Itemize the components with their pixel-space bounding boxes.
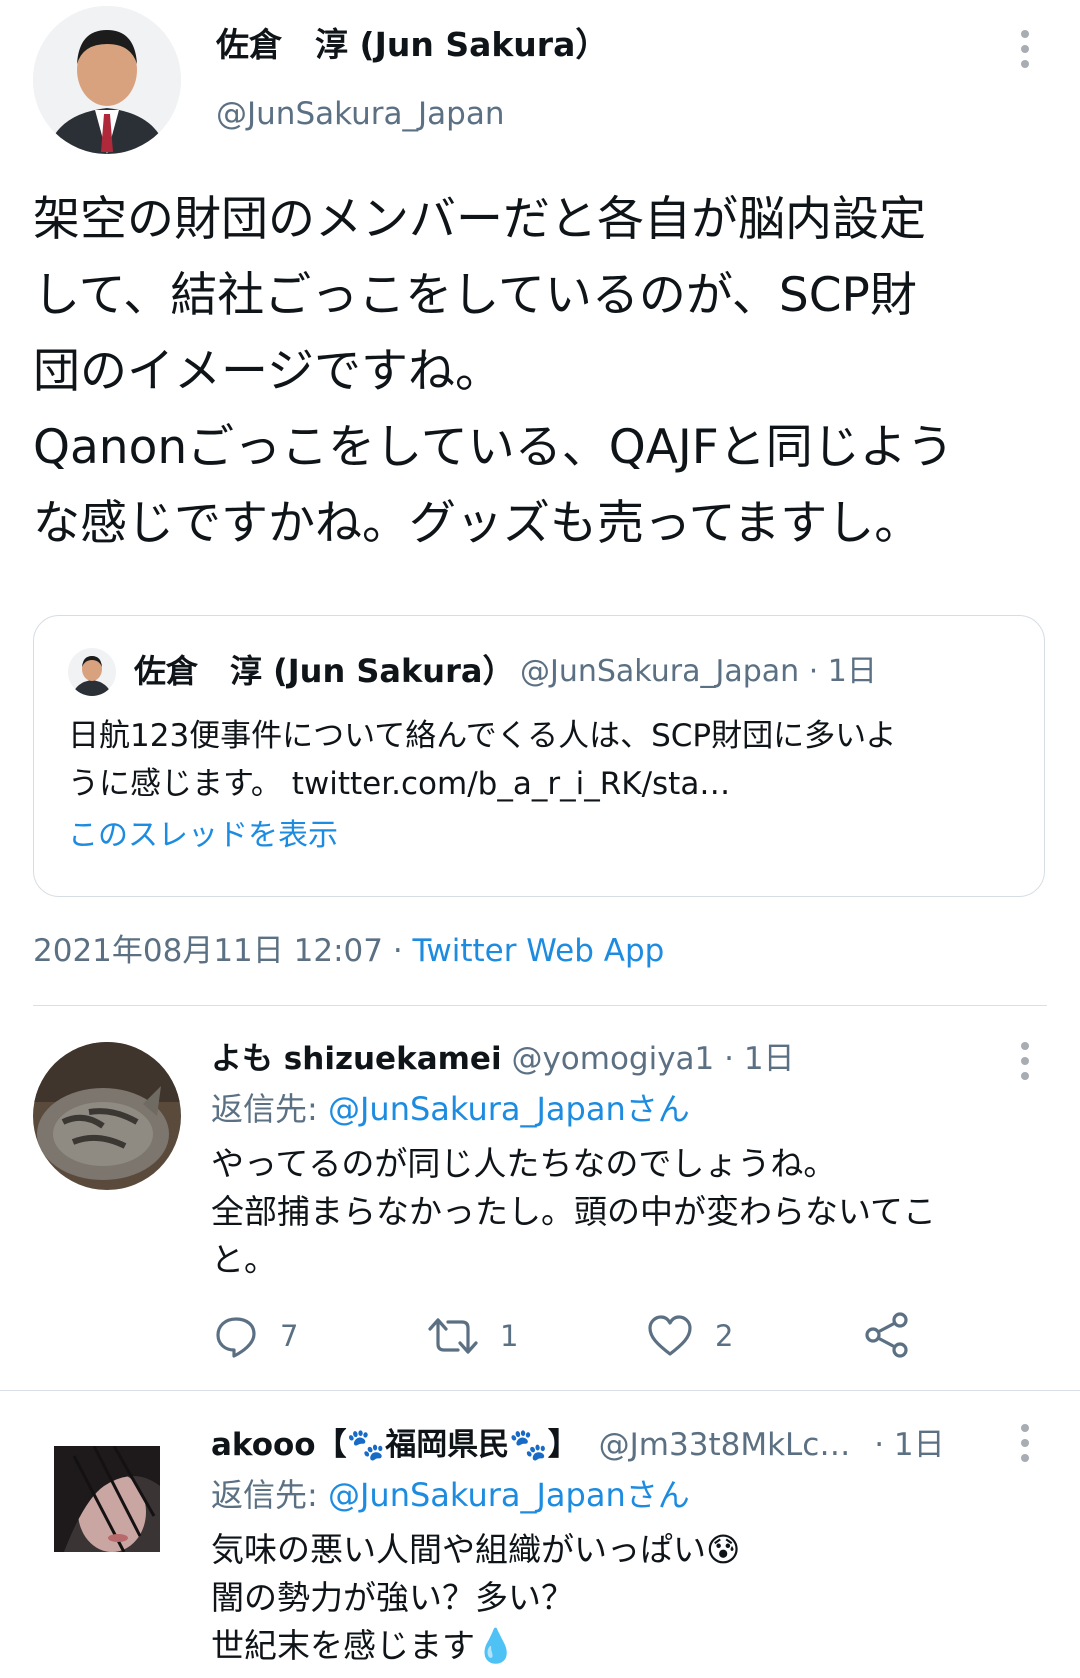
author-name[interactable]: 佐倉 淳 (Jun Sakura） bbox=[216, 22, 608, 68]
more-icon[interactable] bbox=[1020, 1424, 1030, 1462]
quoted-author-name: 佐倉 淳 (Jun Sakura） bbox=[134, 652, 515, 690]
reply-text-line: 全部捕まらなかったし。頭の中が変わらないてこ bbox=[211, 1192, 937, 1231]
reply-author-name[interactable]: akooo【🐾福岡県民🐾】 bbox=[211, 1427, 579, 1463]
like-icon bbox=[648, 1315, 692, 1356]
retweet-icon bbox=[428, 1318, 478, 1354]
author-avatar[interactable] bbox=[33, 6, 181, 154]
divider bbox=[33, 1005, 1047, 1006]
reply-to-prefix: 返信先: bbox=[211, 1090, 318, 1128]
like-action[interactable]: 2 bbox=[647, 1312, 733, 1360]
tweet-text-line: Qanonごっこをしている、QAJFと同じよう bbox=[33, 420, 954, 475]
reply-to-mention[interactable]: @JunSakura_Japanさん bbox=[328, 1090, 690, 1128]
reply-time: · 1日 bbox=[874, 1427, 945, 1463]
reply-to-line: 返信先: @JunSakura_Japanさん bbox=[211, 1086, 690, 1132]
reply-text: 気味の悪い人間や組織がいっぱい😰 闇の勢力が強い？多い？ 世紀末を感じます💧 bbox=[211, 1526, 740, 1670]
quoted-text-line: うに感じます。 twitter.com/b_a_r_i_RK/sta… bbox=[68, 766, 731, 802]
retweet-action[interactable]: 1 bbox=[428, 1312, 518, 1360]
reply-header: akooo【🐾福岡県民🐾】 @Jm33t8MkLc… · 1日 bbox=[211, 1422, 945, 1468]
reply-handle-time[interactable]: @yomogiya1 · 1日 bbox=[511, 1041, 794, 1077]
tweet-text: 架空の財団のメンバーだと各自が脳内設定 して、結社ごっこをしているのが、SCP財… bbox=[33, 182, 954, 562]
share-icon bbox=[865, 1312, 908, 1358]
reply-author-name[interactable]: よも shizuekamei bbox=[211, 1041, 502, 1077]
quoted-text: 日航123便事件について絡んでくる人は、SCP財団に多いよ うに感じます。 tw… bbox=[68, 712, 896, 808]
reply-text-line: 世紀末を感じます💧 bbox=[211, 1626, 517, 1665]
reply-avatar[interactable] bbox=[54, 1446, 160, 1552]
reply-text-line: と。 bbox=[211, 1240, 277, 1279]
author-handle[interactable]: @JunSakura_Japan bbox=[216, 92, 504, 136]
quoted-text-line: 日航123便事件について絡んでくる人は、SCP財団に多いよ bbox=[68, 718, 897, 754]
reply-header: よも shizuekamei @yomogiya1 · 1日 bbox=[211, 1036, 795, 1082]
share-button[interactable] bbox=[864, 1312, 910, 1358]
reply-action[interactable]: 7 bbox=[214, 1312, 298, 1360]
more-icon[interactable] bbox=[1020, 1042, 1030, 1080]
tweet-timestamp: 2021年08月11日 12:07 · bbox=[33, 933, 403, 969]
retweet-count: 1 bbox=[500, 1319, 519, 1353]
show-thread-link[interactable]: このスレッドを表示 bbox=[68, 814, 338, 858]
reply-text-line: 闇の勢力が強い？多い？ bbox=[211, 1578, 574, 1617]
reply-handle[interactable]: @Jm33t8MkLc… bbox=[599, 1427, 851, 1463]
reply-to-mention[interactable]: @JunSakura_Japanさん bbox=[328, 1476, 690, 1514]
reply-count: 7 bbox=[280, 1319, 299, 1353]
tweet-timestamp-row: 2021年08月11日 12:07 · Twitter Web App bbox=[33, 928, 664, 974]
tweet-text-line: な感じですかね。グッズも売ってますし。 bbox=[33, 496, 922, 551]
reply-avatar[interactable] bbox=[33, 1042, 181, 1190]
reply-to-prefix: 返信先: bbox=[211, 1476, 318, 1514]
tweet-text-line: 団のイメージですね。 bbox=[33, 344, 503, 399]
reply-icon bbox=[216, 1317, 256, 1358]
reply-text: やってるのが同じ人たちなのでしょうね。 全部捕まらなかったし。頭の中が変わらない… bbox=[211, 1140, 936, 1284]
tweet-client-link[interactable]: Twitter Web App bbox=[413, 933, 665, 969]
reply-to-line: 返信先: @JunSakura_Japanさん bbox=[211, 1472, 690, 1518]
tweet-text-line: して、結社ごっこをしているのが、SCP財 bbox=[33, 268, 917, 323]
divider bbox=[0, 1390, 1080, 1391]
reply-text-line: やってるのが同じ人たちなのでしょうね。 bbox=[211, 1144, 837, 1183]
tweet-text-line: 架空の財団のメンバーだと各自が脳内設定 bbox=[33, 192, 926, 247]
reply-text-line: 気味の悪い人間や組織がいっぱい😰 bbox=[211, 1530, 741, 1569]
quoted-handle-time: @JunSakura_Japan · 1日 bbox=[520, 654, 877, 689]
quoted-author-avatar bbox=[68, 648, 116, 696]
more-icon[interactable] bbox=[1020, 30, 1030, 68]
quoted-tweet-card[interactable]: 佐倉 淳 (Jun Sakura） @JunSakura_Japan · 1日 … bbox=[33, 615, 1045, 897]
like-count: 2 bbox=[715, 1319, 734, 1353]
